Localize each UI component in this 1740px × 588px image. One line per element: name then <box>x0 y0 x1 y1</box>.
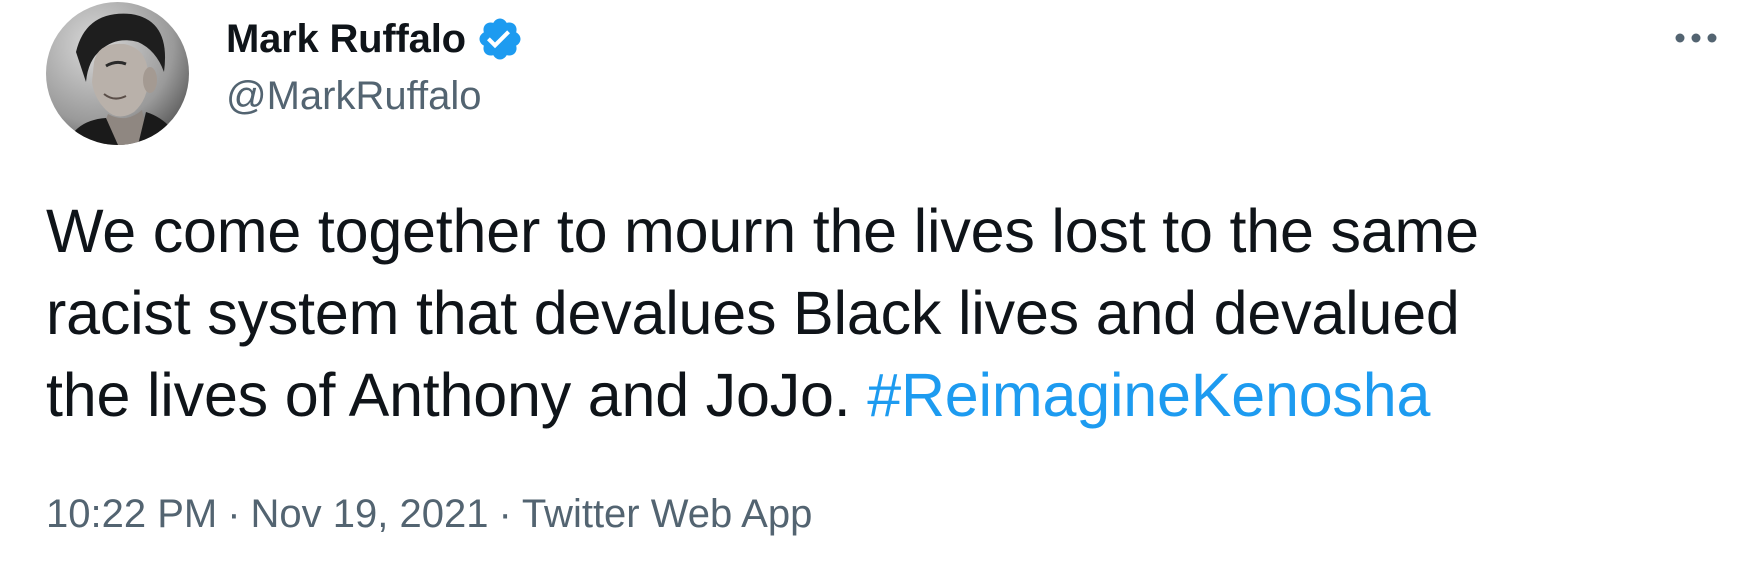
tweet-card: Mark Ruffalo @MarkRuffalo We come togeth… <box>0 0 1740 588</box>
avatar[interactable] <box>46 2 189 145</box>
meta-separator: · <box>227 492 241 536</box>
tweet-text-segment: the lives of Anthony and JoJo. <box>46 361 868 429</box>
more-horizontal-icon <box>1675 33 1717 43</box>
avatar-photo <box>46 2 189 145</box>
tweet-text-line: We come together to mourn the lives lost… <box>46 197 1479 265</box>
tweet-text: We come together to mourn the lives lost… <box>46 190 1706 436</box>
tweet-text-line: the lives of Anthony and JoJo. #Reimagin… <box>46 354 1706 436</box>
tweet-time-link[interactable]: 10:22 PM <box>46 492 217 536</box>
author-name-row: Mark Ruffalo <box>226 14 524 64</box>
author-display-name[interactable]: Mark Ruffalo <box>226 17 466 62</box>
tweet-date-link[interactable]: Nov 19, 2021 <box>251 492 489 536</box>
tweet-text-line: racist system that devalues Black lives … <box>46 279 1460 347</box>
more-options-button[interactable] <box>1670 18 1722 58</box>
tweet-source-link[interactable]: Twitter Web App <box>522 492 813 536</box>
meta-separator: · <box>498 492 512 536</box>
verified-badge-icon <box>476 15 524 63</box>
hashtag-link[interactable]: #ReimagineKenosha <box>867 361 1430 429</box>
author-handle[interactable]: @MarkRuffalo <box>226 74 482 119</box>
tweet-metadata: 10:22 PM · Nov 19, 2021 · Twitter Web App <box>46 492 812 537</box>
